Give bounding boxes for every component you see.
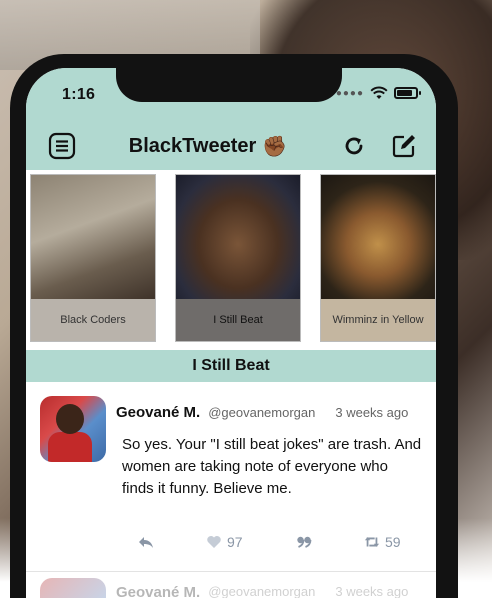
section-header: I Still Beat <box>26 350 436 382</box>
section-title: I Still Beat <box>192 357 270 374</box>
refresh-button[interactable] <box>338 130 370 162</box>
menu-icon <box>48 132 76 160</box>
tweet-author-name[interactable]: Geované M. <box>116 584 200 598</box>
retweet-button[interactable]: 59 <box>364 534 401 550</box>
topic-card-caption: I Still Beat <box>176 299 300 341</box>
nav-bar: BlackTweeter ✊🏾 <box>26 122 436 170</box>
topic-card-caption: Black Coders <box>31 299 155 341</box>
menu-button[interactable] <box>46 130 78 162</box>
raised-fist-icon: ✊🏾 <box>262 135 288 158</box>
status-time: 1:16 <box>62 86 96 103</box>
topic-card-image <box>321 175 435 301</box>
phone-screen: 1:16 ●●●● BlackTweeter ✊🏾 Black Coders I… <box>26 68 436 598</box>
like-button[interactable]: 97 <box>206 534 243 550</box>
quote-button[interactable] <box>296 534 312 550</box>
quote-icon <box>297 536 312 548</box>
avatar-face <box>56 404 84 434</box>
tweet-timestamp: 3 weeks ago <box>335 405 409 420</box>
avatar[interactable] <box>40 578 106 598</box>
topic-card-caption: Wimminz in Yellow <box>321 299 435 341</box>
tweet-author-name[interactable]: Geované M. <box>116 404 200 421</box>
status-icons: ●●●● <box>335 86 421 100</box>
tweet-author-handle[interactable]: @geovanemorgan <box>208 405 315 420</box>
topic-card-image <box>176 175 300 301</box>
tweet-text: So yes. Your "I still beat jokes" are tr… <box>122 436 422 497</box>
topic-card-image <box>31 175 155 301</box>
topic-card-wimminz-in-yellow[interactable]: Wimminz in Yellow <box>320 174 436 342</box>
tweet-header: Geované M. @geovanemorgan 3 weeks ago <box>116 404 408 421</box>
avatar[interactable] <box>40 396 106 462</box>
tweet-header: Geované M. @geovanemorgan 3 weeks ago <box>116 584 408 598</box>
tweet-timestamp: 3 weeks ago <box>335 584 409 598</box>
app-title: BlackTweeter ✊🏾 <box>129 134 287 159</box>
avatar-body <box>48 432 92 462</box>
topic-card-i-still-beat[interactable]: I Still Beat <box>175 174 301 342</box>
heart-icon <box>207 536 221 548</box>
battery-icon <box>394 87 421 99</box>
tweet-item[interactable]: Geované M. @geovanemorgan 3 weeks ago So… <box>26 382 436 572</box>
notch <box>116 68 342 102</box>
signal-dots-icon: ●●●● <box>335 87 364 99</box>
tweet-author-handle[interactable]: @geovanemorgan <box>208 584 315 598</box>
reply-button[interactable] <box>138 534 154 550</box>
app-title-text: BlackTweeter <box>128 134 257 157</box>
refresh-icon <box>345 137 363 155</box>
compose-button[interactable] <box>388 130 420 162</box>
reply-icon <box>139 537 153 548</box>
wifi-icon <box>370 86 388 99</box>
status-bar: 1:16 ●●●● <box>26 68 436 122</box>
topic-card-black-coders[interactable]: Black Coders <box>30 174 156 342</box>
retweet-count: 59 <box>385 534 401 550</box>
like-count: 97 <box>227 534 243 550</box>
nav-actions <box>338 130 420 162</box>
topic-carousel: Black Coders I Still Beat Wimminz in Yel… <box>26 170 436 350</box>
tweet-item[interactable]: Geované M. @geovanemorgan 3 weeks ago <box>26 572 436 598</box>
compose-icon <box>392 135 415 158</box>
tweet-actions: 97 59 <box>138 534 408 554</box>
retweet-icon <box>364 537 380 547</box>
